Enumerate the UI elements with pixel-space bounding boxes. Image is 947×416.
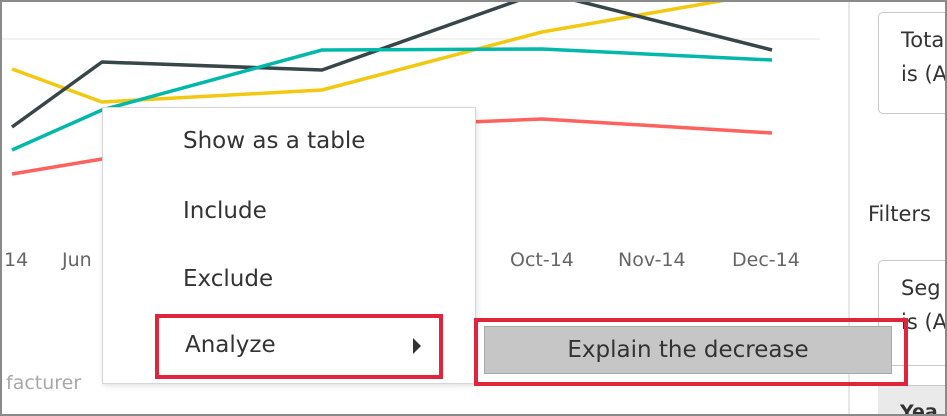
- x-tick-label: 14: [4, 249, 29, 271]
- menu-item-include[interactable]: Include: [183, 198, 267, 224]
- filter-card-title: Seg: [901, 276, 941, 300]
- screenshot-frame: 14 Jun Oct-14 Nov-14 Dec-14 facturer Tot…: [0, 0, 947, 416]
- filter-card[interactable]: Tota is (A: [878, 12, 947, 114]
- x-tick-label: Dec-14: [732, 249, 800, 271]
- x-tick-label: Nov-14: [618, 249, 686, 271]
- menu-item-analyze[interactable]: Analyze: [155, 314, 443, 379]
- series-line: [11, 2, 725, 104]
- context-menu: Show as a table Include Exclude Analyze: [102, 107, 476, 384]
- menu-item-show-as-table[interactable]: Show as a table: [183, 128, 365, 154]
- filter-card-title: Tota: [901, 28, 945, 52]
- x-tick-label: Jun: [62, 249, 92, 271]
- filter-card-subtitle: is (A: [901, 62, 947, 86]
- filters-heading: Filters: [868, 202, 931, 226]
- chevron-right-icon: [413, 338, 421, 354]
- analyze-label: Analyze: [185, 332, 276, 358]
- explain-decrease-menu-item[interactable]: Explain the decrease: [484, 326, 892, 374]
- year-filter-header[interactable]: Yea: [878, 385, 945, 414]
- x-tick-label: Oct-14: [510, 249, 574, 271]
- menu-item-exclude[interactable]: Exclude: [183, 266, 273, 292]
- legend-label: facturer: [6, 372, 82, 394]
